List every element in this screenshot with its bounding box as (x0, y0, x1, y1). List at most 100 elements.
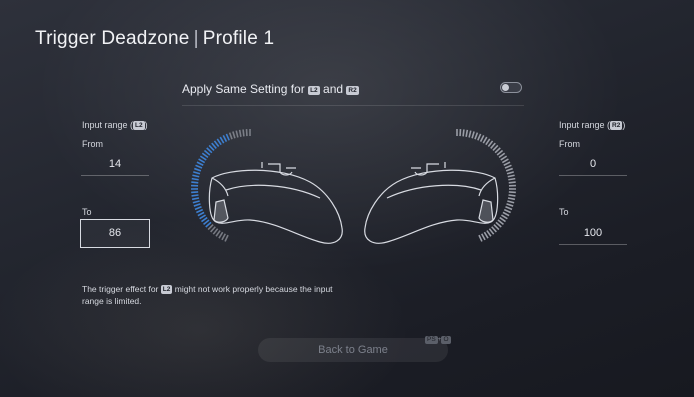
page-title: Trigger Deadzone | Profile 1 (35, 28, 274, 50)
l2-button-icon: L2 (308, 86, 320, 95)
deadzone-tick (501, 158, 509, 164)
right-input-range-close: ) (622, 120, 626, 130)
deadzone-tick (207, 224, 214, 231)
deadzone-tick (218, 231, 224, 239)
deadzone-tick (201, 216, 208, 223)
deadzone-tick (508, 177, 516, 181)
deadzone-tick (487, 140, 494, 147)
deadzone-tick (496, 149, 504, 156)
trigger-effect-warning: The trigger effect for L2 might not work… (82, 283, 342, 307)
deadzone-tick (192, 200, 200, 204)
deadzone-tick (193, 203, 201, 207)
title-text: Trigger Deadzone (35, 28, 190, 49)
apply-same-setting-toggle[interactable] (500, 82, 522, 93)
deadzone-tick (212, 228, 219, 235)
deadzone-tick (503, 161, 511, 166)
right-input-range-text: Input range ( (559, 120, 611, 130)
deadzone-tick (482, 136, 488, 144)
left-from-label: From (82, 139, 103, 149)
right-from-field[interactable]: 0 (559, 153, 627, 176)
deadzone-tick (474, 132, 479, 140)
deadzone-tick (211, 142, 217, 149)
deadzone-tick (478, 234, 483, 242)
l2-button-icon: L2 (133, 121, 145, 130)
deadzone-tick (191, 194, 199, 197)
deadzone-tick (471, 131, 475, 139)
left-deadzone-arc (190, 129, 251, 242)
title-separator: | (193, 28, 199, 49)
right-controller-outline (364, 162, 499, 244)
left-from-field[interactable]: 14 (81, 153, 149, 176)
divider (182, 105, 524, 106)
r2-button-icon: R2 (610, 121, 623, 130)
left-to-field[interactable]: 86 (80, 219, 150, 248)
deadzone-tick (232, 131, 236, 139)
back-to-game-button[interactable]: Back to Game (258, 338, 448, 362)
deadzone-tick (215, 230, 221, 237)
deadzone-tick (194, 206, 202, 211)
deadzone-tick (465, 129, 469, 137)
deadzone-tick (504, 164, 512, 169)
deadzone-tick (468, 130, 472, 138)
deadzone-tick (216, 138, 222, 146)
deadzone-tick (196, 208, 204, 214)
deadzone-tick (506, 203, 514, 207)
deadzone-tick (219, 136, 225, 144)
deadzone-tick (479, 135, 485, 143)
deadzone-tick (503, 208, 511, 214)
deadzone-tick (213, 140, 220, 147)
deadzone-tick (507, 197, 516, 201)
deadzone-tick (197, 211, 205, 217)
apply-same-setting-label: Apply Same Setting for L2 and R2 (182, 82, 359, 96)
apply-same-setting-row[interactable]: Apply Same Setting for L2 and R2 (182, 80, 524, 102)
deadzone-tick (507, 174, 515, 178)
ps-button-icon: PS (425, 336, 438, 344)
deadzone-tick (495, 221, 502, 228)
right-deadzone-arc (456, 129, 517, 242)
right-from-label: From (559, 139, 580, 149)
deadzone-tick (499, 216, 506, 223)
apply-label-text: Apply Same Setting for (182, 82, 305, 96)
l2-button-icon: L2 (160, 285, 173, 294)
deadzone-tick (210, 226, 216, 233)
deadzone-tick (490, 142, 496, 149)
deadzone-tick (194, 167, 202, 172)
deadzone-tick (508, 181, 516, 184)
deadzone-tick (199, 155, 207, 161)
right-to-field[interactable]: 100 (559, 222, 627, 245)
deadzone-tick (193, 171, 201, 175)
profile-name: Profile 1 (202, 28, 275, 49)
deadzone-tick (203, 149, 211, 156)
deadzone-tick (235, 130, 239, 138)
deadzone-tick (228, 132, 233, 140)
deadzone-tick (493, 224, 500, 231)
deadzone-tick (508, 194, 516, 197)
deadzone-tick (238, 129, 242, 137)
right-controller-illustration (364, 129, 517, 244)
deadzone-tick (492, 144, 499, 152)
left-to-label: To (82, 207, 92, 217)
deadzone-tick (191, 177, 199, 181)
deadzone-tick (500, 155, 508, 161)
deadzone-tick (201, 152, 209, 159)
deadzone-tick (225, 133, 230, 141)
left-input-range-label: Input range (L2) (82, 120, 148, 130)
deadzone-tick (501, 214, 508, 220)
right-to-label: To (559, 207, 569, 217)
deadzone-tick (505, 206, 513, 211)
deadzone-tick (191, 191, 199, 194)
right-input-range-label: Input range (R2) (559, 120, 625, 130)
deadzone-tick (242, 129, 245, 137)
deadzone-tick (199, 214, 206, 220)
left-input-range-text: Input range ( (82, 120, 134, 130)
deadzone-tick (195, 164, 203, 169)
deadzone-tick (506, 171, 514, 175)
deadzone-tick (191, 181, 199, 184)
deadzone-tick (483, 231, 489, 239)
deadzone-tick (198, 158, 206, 164)
deadzone-tick (481, 233, 486, 241)
deadzone-tick (205, 221, 212, 228)
deadzone-tick (203, 219, 210, 225)
deadzone-tick (191, 197, 200, 201)
deadzone-tick (498, 152, 506, 159)
